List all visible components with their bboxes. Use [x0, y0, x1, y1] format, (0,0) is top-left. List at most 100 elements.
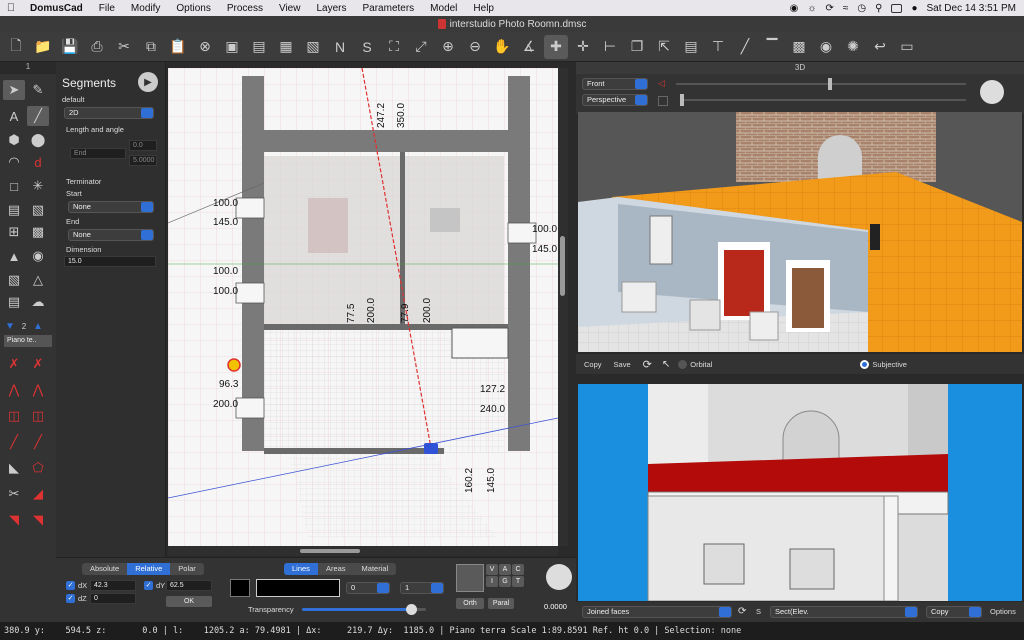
orbital-radio-dot[interactable]: [678, 359, 688, 369]
pencil-icon[interactable]: ✎: [27, 80, 49, 100]
dim-icon[interactable]: ▭: [895, 35, 919, 59]
tab-areas[interactable]: Areas: [318, 563, 354, 575]
star-tool-icon[interactable]: ✳: [27, 176, 49, 196]
orbit-dial[interactable]: [980, 80, 1004, 104]
beam-tool-icon[interactable]: ▧: [27, 200, 49, 220]
slope-tool-icon[interactable]: ╱: [27, 432, 49, 452]
wall-break-icon[interactable]: ✗: [3, 354, 25, 374]
scroll-thumb[interactable]: [560, 236, 565, 296]
sun-direction-icon[interactable]: ◁: [658, 78, 666, 88]
apple-menu-icon[interactable]: : [0, 2, 22, 14]
fill-tool-icon[interactable]: ◣: [3, 458, 25, 478]
mode-select[interactable]: 2D: [64, 107, 154, 119]
paste-icon[interactable]: 📋: [166, 35, 190, 59]
menu-model[interactable]: Model: [422, 3, 465, 14]
sun-marker[interactable]: [227, 358, 241, 372]
menu-modify[interactable]: Modify: [123, 3, 168, 14]
mirror-icon[interactable]: ▦: [274, 35, 298, 59]
snap-s-icon[interactable]: S: [355, 35, 379, 59]
view-c-button[interactable]: C: [512, 564, 524, 575]
end-terminator-select[interactable]: None: [68, 229, 154, 241]
zoom-extents-icon[interactable]: ⤢: [409, 35, 433, 59]
palette-tab[interactable]: 1: [0, 62, 56, 74]
view-i-button[interactable]: I: [486, 576, 498, 587]
profile-tool-icon[interactable]: ◥: [3, 510, 25, 530]
orth-button[interactable]: Orth: [456, 598, 484, 609]
plan-horizontal-scrollbar[interactable]: [168, 546, 558, 556]
split-tool-icon[interactable]: ✂: [3, 484, 25, 504]
app-menu[interactable]: DomusCad: [22, 3, 91, 14]
line-type-select[interactable]: 0: [346, 582, 390, 594]
hatch-icon[interactable]: ▤: [679, 35, 703, 59]
ortho-icon[interactable]: ✛: [571, 35, 595, 59]
start-terminator-select[interactable]: None: [68, 201, 154, 213]
tab-absolute[interactable]: Absolute: [82, 563, 127, 575]
render-view-perspective[interactable]: [578, 112, 1022, 352]
view-a-button[interactable]: A: [499, 564, 511, 575]
pointer-icon[interactable]: ↖: [662, 359, 670, 370]
scroll-thumb[interactable]: [300, 549, 360, 553]
circle-tool-icon[interactable]: ⬤: [27, 130, 49, 150]
layers-icon[interactable]: ❐: [625, 35, 649, 59]
transparency-slider[interactable]: [302, 604, 426, 615]
box-icon[interactable]: ▩: [787, 35, 811, 59]
record-icon[interactable]: ◉: [790, 3, 799, 14]
move-icon[interactable]: ▣: [220, 35, 244, 59]
wifi-icon[interactable]: ≈: [843, 3, 849, 14]
view-v-button[interactable]: V: [486, 564, 498, 575]
ruler-icon[interactable]: ╱: [733, 35, 757, 59]
line-width-select[interactable]: 1: [400, 582, 444, 594]
s-toggle[interactable]: S: [756, 607, 761, 616]
orbital-radio[interactable]: Orbital: [678, 359, 712, 369]
fog-slider[interactable]: [680, 94, 966, 106]
layer-down-icon[interactable]: ▼: [3, 316, 17, 336]
snap-n-icon[interactable]: N: [328, 35, 352, 59]
copy-icon[interactable]: ⧉: [139, 35, 163, 59]
view-g-button[interactable]: G: [499, 576, 511, 587]
arrow-select-icon[interactable]: ➤: [3, 80, 25, 100]
save-render-button[interactable]: Save: [614, 360, 631, 369]
cone-icon[interactable]: ✺: [841, 35, 865, 59]
menu-view[interactable]: View: [271, 3, 309, 14]
shade-icon[interactable]: ◉: [814, 35, 838, 59]
section-tool-icon[interactable]: ◥: [27, 510, 49, 530]
fog-slider-knob[interactable]: [680, 94, 684, 106]
copy-render-button[interactable]: Copy: [584, 360, 602, 369]
angle-field[interactable]: 5.0000: [129, 155, 157, 166]
stairs-icon[interactable]: ▔: [760, 35, 784, 59]
dimension-tool-icon[interactable]: d: [27, 152, 49, 172]
sun-slider-knob[interactable]: [828, 78, 832, 90]
ok-button[interactable]: OK: [166, 596, 212, 607]
plan-vertical-scrollbar[interactable]: [558, 68, 568, 546]
line-color-swatch[interactable]: [230, 579, 250, 597]
refresh-icon[interactable]: ⟳: [643, 358, 652, 371]
paral-button[interactable]: Paral: [488, 598, 514, 609]
options-button[interactable]: Options: [990, 607, 1016, 616]
projection-select[interactable]: Perspective: [582, 94, 648, 106]
render-view-section[interactable]: [578, 384, 1022, 601]
lasso-tool-icon[interactable]: ⬠: [27, 458, 49, 478]
zoom-in-icon[interactable]: ⊕: [436, 35, 460, 59]
pipe-icon[interactable]: ↩: [868, 35, 892, 59]
menubar-clock[interactable]: Sat Dec 14 3:51 PM: [927, 3, 1017, 14]
cloud-icon[interactable]: ☁: [27, 292, 49, 312]
play-button[interactable]: ▶: [138, 72, 158, 92]
polygon-tool-icon[interactable]: ⬢: [3, 130, 25, 150]
align-icon[interactable]: ▧: [301, 35, 325, 59]
crosshair-icon[interactable]: ✚: [544, 34, 568, 59]
floor-label[interactable]: Piano te..: [4, 335, 52, 347]
layer-value[interactable]: 2: [17, 316, 31, 336]
measure-icon[interactable]: ∡: [517, 35, 541, 59]
floor-plan-canvas[interactable]: 247.2 350.0 100.0 145.0 100.0 100.0 77.5…: [168, 68, 558, 546]
view-t-button[interactable]: T: [512, 576, 524, 587]
menu-options[interactable]: Options: [168, 3, 218, 14]
dy-checkbox[interactable]: ✓: [144, 581, 153, 590]
fog-checkbox[interactable]: [658, 96, 668, 106]
dx-checkbox[interactable]: ✓: [66, 581, 75, 590]
dwg-import-icon[interactable]: ▤: [3, 292, 25, 312]
tab-lines[interactable]: Lines: [284, 563, 318, 575]
delete-icon[interactable]: ⊗: [193, 35, 217, 59]
camera-tool-icon[interactable]: ◉: [27, 246, 49, 266]
menu-parameters[interactable]: Parameters: [354, 3, 422, 14]
camera-marker[interactable]: [424, 443, 438, 454]
